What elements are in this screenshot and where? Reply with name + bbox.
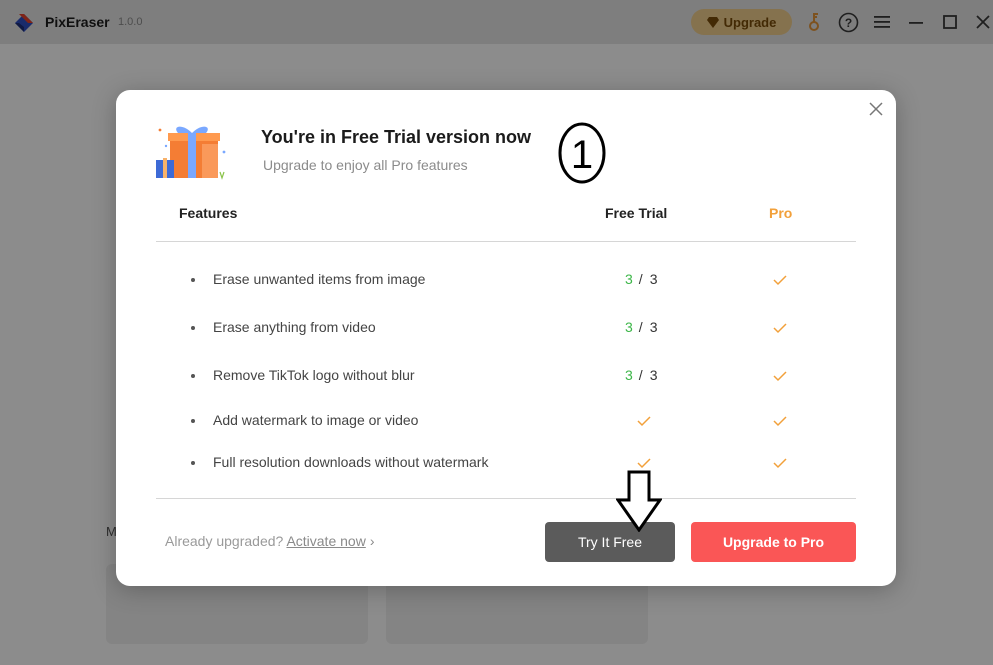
annotation-circled-number: 1: [558, 122, 606, 184]
table-divider-top: [156, 241, 856, 242]
feature-row: Erase anything from video 3 / 3: [116, 318, 896, 338]
free-trial-check-icon: [637, 456, 651, 469]
already-upgraded-text: Already upgraded?: [165, 533, 284, 549]
count-separator: /: [638, 319, 643, 335]
bullet-icon: [191, 278, 195, 282]
gift-box-icon: [156, 126, 226, 180]
annotation-down-arrow-icon: [616, 470, 662, 532]
activate-arrow-icon[interactable]: ›: [370, 533, 375, 549]
pro-check-icon: [773, 414, 787, 427]
activate-now-link[interactable]: Activate now: [286, 533, 365, 549]
bullet-icon: [191, 326, 195, 330]
free-trial-used: 3: [625, 367, 633, 383]
count-separator: /: [638, 271, 643, 287]
free-trial-dialog: You're in Free Trial version now Upgrade…: [116, 90, 896, 586]
free-trial-used: 3: [625, 271, 633, 287]
pro-check-icon: [773, 321, 787, 334]
free-trial-count: 3 / 3: [625, 271, 665, 287]
feature-row: Full resolution downloads without waterm…: [116, 453, 896, 473]
feature-label: Add watermark to image or video: [213, 412, 419, 428]
header-free-trial: Free Trial: [605, 205, 668, 221]
free-trial-count: 3 / 3: [625, 367, 665, 383]
table-divider-bottom: [156, 498, 856, 499]
count-separator: /: [638, 367, 643, 383]
pro-check-icon: [773, 456, 787, 469]
free-trial-total: 3: [649, 271, 658, 287]
bullet-icon: [191, 461, 195, 465]
free-trial-used: 3: [625, 319, 633, 335]
free-trial-total: 3: [649, 319, 658, 335]
feature-label: Erase unwanted items from image: [213, 271, 426, 287]
feature-row: Remove TikTok logo without blur 3 / 3: [116, 366, 896, 386]
header-features: Features: [179, 205, 238, 221]
already-upgraded-row: Already upgraded? Activate now ›: [165, 533, 374, 549]
free-trial-total: 3: [649, 367, 658, 383]
annotation-number: 1: [571, 133, 593, 177]
close-icon[interactable]: [868, 101, 884, 117]
free-trial-count: 3 / 3: [625, 319, 665, 335]
feature-label: Remove TikTok logo without blur: [213, 367, 415, 383]
header-pro: Pro: [769, 205, 793, 221]
bullet-icon: [191, 419, 195, 423]
feature-label: Erase anything from video: [213, 319, 376, 335]
dialog-subtitle: Upgrade to enjoy all Pro features: [263, 157, 468, 173]
feature-label: Full resolution downloads without waterm…: [213, 454, 489, 470]
bullet-icon: [191, 374, 195, 378]
feature-row: Add watermark to image or video: [116, 411, 896, 431]
free-trial-check-icon: [637, 414, 651, 427]
pro-check-icon: [773, 369, 787, 382]
dialog-title: You're in Free Trial version now: [261, 127, 532, 147]
upgrade-to-pro-button[interactable]: Upgrade to Pro: [691, 522, 856, 562]
feature-row: Erase unwanted items from image 3 / 3: [116, 270, 896, 290]
pro-check-icon: [773, 273, 787, 286]
